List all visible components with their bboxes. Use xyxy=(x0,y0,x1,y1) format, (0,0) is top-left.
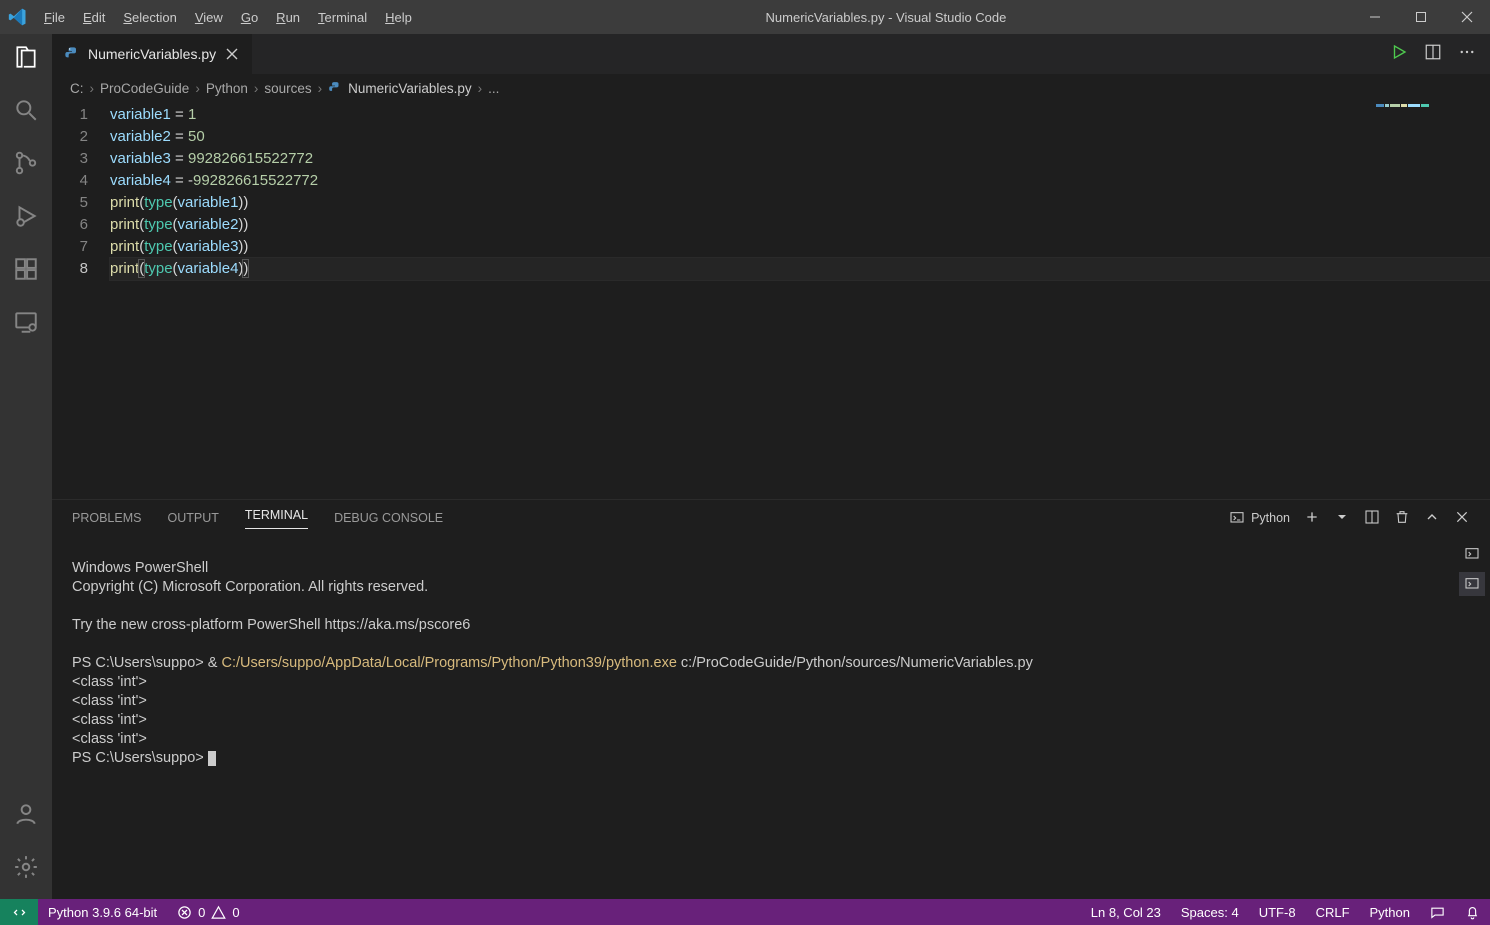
terminal-profile[interactable]: Python xyxy=(1229,510,1290,526)
code-editor[interactable]: 12345678 variable1 = 1variable2 = 50vari… xyxy=(52,102,1490,499)
status-eol[interactable]: CRLF xyxy=(1306,905,1360,920)
account-icon[interactable] xyxy=(13,801,39,832)
run-debug-icon[interactable] xyxy=(13,203,39,234)
terminal-cursor xyxy=(208,751,216,766)
menu-edit[interactable]: Edit xyxy=(75,4,113,31)
minimap[interactable] xyxy=(1376,104,1486,118)
menu-view[interactable]: View xyxy=(187,4,231,31)
terminal-line: PS C:\Users\suppo> & C:/Users/suppo/AppD… xyxy=(72,655,1033,671)
extensions-icon[interactable] xyxy=(13,256,39,287)
run-file-button[interactable] xyxy=(1390,43,1408,66)
breadcrumb-part[interactable]: C: xyxy=(70,81,84,96)
terminal-instance-icon[interactable] xyxy=(1459,572,1485,596)
title-bar: File Edit Selection View Go Run Terminal… xyxy=(0,0,1490,34)
tab-close-icon[interactable] xyxy=(224,46,240,62)
status-interpreter[interactable]: Python 3.9.6 64-bit xyxy=(38,905,167,920)
main-menu: File Edit Selection View Go Run Terminal… xyxy=(36,4,420,31)
close-panel-icon[interactable] xyxy=(1454,509,1470,528)
terminal-body[interactable]: Windows PowerShell Copyright (C) Microso… xyxy=(52,536,1490,899)
terminal-line: Try the new cross-platform PowerShell ht… xyxy=(72,617,470,633)
settings-gear-icon[interactable] xyxy=(13,854,39,885)
breadcrumb[interactable]: C:› ProCodeGuide› Python› sources› Numer… xyxy=(52,74,1490,102)
status-feedback-icon[interactable] xyxy=(1420,905,1455,920)
minimize-button[interactable] xyxy=(1352,0,1398,34)
terminal-line: <class 'int'> xyxy=(72,674,147,690)
python-file-icon xyxy=(64,46,80,62)
tab-filename: NumericVariables.py xyxy=(88,46,216,62)
terminal-line: Windows PowerShell xyxy=(72,560,208,576)
line-gutter: 12345678 xyxy=(52,102,110,499)
activity-bar xyxy=(0,34,52,899)
status-problems[interactable]: 0 0 xyxy=(167,905,249,920)
maximize-panel-icon[interactable] xyxy=(1424,509,1440,528)
new-terminal-button[interactable] xyxy=(1304,509,1320,528)
terminal-line: <class 'int'> xyxy=(72,731,147,747)
menu-help[interactable]: Help xyxy=(377,4,420,31)
split-editor-icon[interactable] xyxy=(1424,43,1442,66)
status-indent[interactable]: Spaces: 4 xyxy=(1171,905,1249,920)
status-cursor[interactable]: Ln 8, Col 23 xyxy=(1081,905,1171,920)
terminal-side-list xyxy=(1454,536,1490,596)
panel-tabs: PROBLEMS OUTPUT TERMINAL DEBUG CONSOLE P… xyxy=(52,500,1490,536)
window-controls xyxy=(1352,0,1490,34)
panel-tab-output[interactable]: OUTPUT xyxy=(167,511,218,525)
remote-explorer-icon[interactable] xyxy=(13,309,39,340)
status-encoding[interactable]: UTF-8 xyxy=(1249,905,1306,920)
breadcrumb-part[interactable]: ... xyxy=(488,81,499,96)
terminal-line: PS C:\Users\suppo> xyxy=(72,750,216,766)
panel-tab-problems[interactable]: PROBLEMS xyxy=(72,511,141,525)
breadcrumb-file[interactable]: NumericVariables.py xyxy=(328,81,472,96)
bottom-panel: PROBLEMS OUTPUT TERMINAL DEBUG CONSOLE P… xyxy=(52,499,1490,899)
menu-terminal[interactable]: Terminal xyxy=(310,4,375,31)
kill-terminal-icon[interactable] xyxy=(1394,509,1410,528)
terminal-line: <class 'int'> xyxy=(72,693,147,709)
close-button[interactable] xyxy=(1444,0,1490,34)
breadcrumb-part[interactable]: sources xyxy=(264,81,311,96)
tab-numericvariables[interactable]: NumericVariables.py xyxy=(52,34,253,74)
more-actions-icon[interactable] xyxy=(1458,43,1476,66)
source-control-icon[interactable] xyxy=(13,150,39,181)
editor-actions xyxy=(1376,34,1490,74)
terminal-line: <class 'int'> xyxy=(72,712,147,728)
explorer-icon[interactable] xyxy=(13,44,39,75)
window-title: NumericVariables.py - Visual Studio Code xyxy=(420,10,1352,25)
terminal-dropdown-icon[interactable] xyxy=(1334,509,1350,528)
breadcrumb-part[interactable]: ProCodeGuide xyxy=(100,81,189,96)
status-bar: Python 3.9.6 64-bit 0 0 Ln 8, Col 23 Spa… xyxy=(0,899,1490,925)
status-bell-icon[interactable] xyxy=(1455,905,1490,920)
terminal-instance-icon[interactable] xyxy=(1459,542,1485,566)
panel-tab-debugconsole[interactable]: DEBUG CONSOLE xyxy=(334,511,443,525)
maximize-button[interactable] xyxy=(1398,0,1444,34)
breadcrumb-part[interactable]: Python xyxy=(206,81,248,96)
menu-go[interactable]: Go xyxy=(233,4,266,31)
menu-run[interactable]: Run xyxy=(268,4,308,31)
editor-tabs: NumericVariables.py xyxy=(52,34,1490,74)
code-body[interactable]: variable1 = 1variable2 = 50variable3 = 9… xyxy=(110,102,1490,499)
search-icon[interactable] xyxy=(13,97,39,128)
menu-file[interactable]: File xyxy=(36,4,73,31)
split-terminal-icon[interactable] xyxy=(1364,509,1380,528)
vscode-logo-icon xyxy=(0,7,36,27)
terminal-line: Copyright (C) Microsoft Corporation. All… xyxy=(72,579,428,595)
panel-tab-terminal[interactable]: TERMINAL xyxy=(245,508,308,529)
menu-selection[interactable]: Selection xyxy=(115,4,184,31)
remote-indicator[interactable] xyxy=(0,899,38,925)
status-language[interactable]: Python xyxy=(1360,905,1420,920)
